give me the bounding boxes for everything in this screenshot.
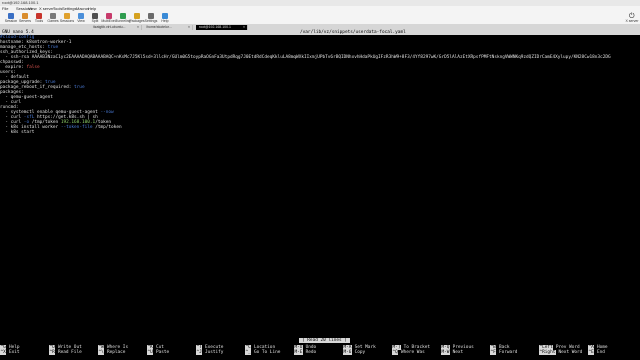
terminal[interactable]: GNU nano 5.4 /var/lib/vz/snippets/userda…	[0, 30, 640, 360]
shortcut-read-file: ^R Read File	[49, 350, 82, 355]
tab-label: root@192.168.100.1	[199, 24, 231, 29]
close-icon[interactable]: ×	[137, 25, 139, 30]
close-icon[interactable]: ×	[188, 25, 190, 30]
close-icon[interactable]: ×	[243, 25, 245, 30]
nano-header: GNU nano 5.4 /var/lib/vz/snippets/userda…	[0, 30, 640, 35]
file-line: - k8s start	[0, 130, 35, 135]
toolbar-help-button[interactable]: Help	[158, 13, 172, 24]
shortcut-go-to-line: ^_ Go To Line	[245, 350, 281, 355]
tab-1[interactable]: itzatgtib.virt-ubuntu... ×	[90, 24, 142, 30]
shortcut-redo: M-E Redo	[294, 350, 317, 355]
shortcut-exit: ^X Exit	[0, 350, 20, 355]
shortcut-copy: M-6 Copy	[343, 350, 366, 355]
exit-label: X server	[625, 19, 639, 23]
shortcut-next-word: ^Right Next Word	[539, 350, 583, 355]
nano-filename: /var/lib/vz/snippets/userdata-focal.yaml	[300, 30, 406, 35]
exit-button[interactable]: ⏻ X server	[625, 13, 639, 24]
nano-status: [ Read 20 lines ]	[299, 338, 350, 343]
shortcut-end: ^E End	[588, 350, 605, 355]
shortcut-where-was: ^Q Where Was	[392, 350, 425, 355]
toolbar-label: Help	[161, 19, 169, 23]
tab-label: itzatgtib.virt-ubuntu...	[93, 24, 126, 29]
file-line: - ssh-rsa AAAAB3NzaC1yc2EAAAADAQABAAABAQ…	[0, 55, 611, 60]
shortcut-next: M-W Next	[441, 350, 464, 355]
shortcut-paste: ^U Paste	[147, 350, 170, 355]
tab-2[interactable]: /home/xkotelor... ×	[143, 24, 193, 30]
shortcut-replace: ^\ Replace	[98, 350, 126, 355]
tab-3[interactable]: root@192.168.100.1 ×	[196, 24, 248, 30]
shortcut-justify: ^J Justify	[196, 350, 224, 355]
shortcut-forward: ^F Forward	[490, 350, 518, 355]
tab-label: /home/xkotelor...	[146, 24, 172, 29]
